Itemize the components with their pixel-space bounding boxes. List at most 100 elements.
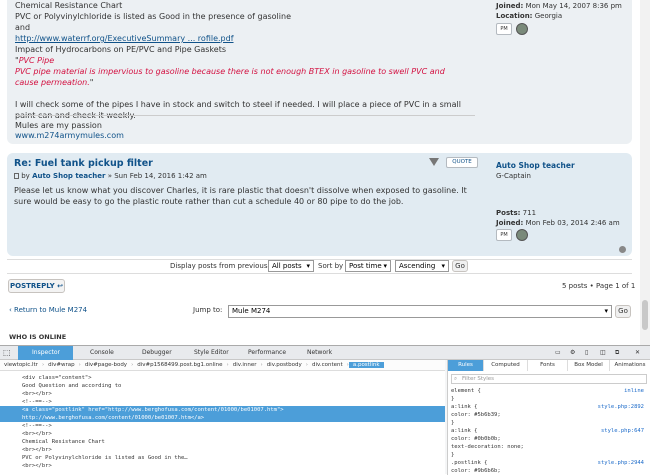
rule-line[interactable]: text-decoration: none; <box>451 444 524 450</box>
undock-icon[interactable]: ⧉ <box>615 346 625 360</box>
markup-line[interactable]: <!--==--> <box>0 422 445 430</box>
post-reply-label: POSTREPLY <box>10 282 55 290</box>
quote-button[interactable]: QUOTE <box>446 157 478 168</box>
post-body-text: Please let us know what you discover Cha… <box>14 186 467 206</box>
markup-line[interactable]: http://www.berghofusa.com/content/01000/… <box>0 414 445 422</box>
pm-button[interactable]: PM <box>496 229 512 241</box>
sort-label: Sort by <box>318 262 344 270</box>
split-console-icon[interactable]: ▭ <box>555 346 565 360</box>
rule-line[interactable]: .postlink { <box>451 460 487 466</box>
breadcrumb-item[interactable]: a.postlink <box>348 362 384 368</box>
post-line: Chemical Resistance Chart <box>15 1 123 10</box>
post-link[interactable]: http://www.waterrf.org/ExecutiveSummary … <box>15 34 234 43</box>
rule-line[interactable]: color: #9b6b6b; <box>451 468 501 474</box>
report-icon[interactable] <box>429 158 439 166</box>
post-1: Chemical Resistance Chart PVC or Polyvin… <box>7 0 632 144</box>
post-reply-button[interactable]: POSTREPLY ↩ <box>8 279 65 293</box>
rule-line[interactable]: color: #5b6b39; <box>451 412 501 418</box>
pm-button[interactable]: PM <box>496 23 512 35</box>
markup-line[interactable]: PVC or Polyvinylchloride is listed as Go… <box>0 454 445 462</box>
quote-mark: " <box>89 78 94 87</box>
order-select[interactable]: Ascending <box>395 260 449 272</box>
tab-console[interactable]: Console <box>80 346 125 360</box>
rule-source-link[interactable]: style.php:2944 <box>598 460 644 466</box>
website-icon[interactable] <box>516 229 528 241</box>
options-icon[interactable]: ⚙ <box>570 346 580 360</box>
rule-line[interactable]: } <box>451 452 454 458</box>
dock-icon[interactable]: ◫ <box>600 346 610 360</box>
breadcrumb-item[interactable]: div#wrap <box>44 362 79 368</box>
markup-line[interactable]: Good Question and according to <box>0 382 445 390</box>
rules-tab-computed[interactable]: Computed <box>484 360 528 371</box>
filter-styles-input[interactable]: ⌕ Filter Styles <box>451 374 647 384</box>
markup-line[interactable]: <!--==--> <box>0 398 445 406</box>
back-to-top-icon[interactable] <box>619 246 626 253</box>
markup-line[interactable]: <br></br> <box>0 446 445 454</box>
tab-inspector[interactable]: Inspector <box>18 346 73 360</box>
display-posts-select[interactable]: All posts <box>268 260 314 272</box>
scrollbar-thumb[interactable] <box>642 300 648 330</box>
post-author[interactable]: Auto Shop teacher <box>32 172 105 180</box>
close-icon[interactable]: ✕ <box>635 346 645 360</box>
rules-tab-animations[interactable]: Animations <box>610 360 650 371</box>
location-value: Georgia <box>534 12 563 20</box>
breadcrumb-item[interactable]: div#page-body <box>81 362 131 368</box>
markup-view: <div class="content"> Good Question and … <box>0 371 445 475</box>
forum-page: Chemical Resistance Chart PVC or Polyvin… <box>0 0 650 345</box>
joined-label: Joined: <box>496 2 524 10</box>
breadcrumb-item[interactable]: viewtopic.ltr <box>0 362 42 368</box>
post-date: » Sun Feb 14, 2016 1:42 am <box>107 172 207 180</box>
breadcrumb: viewtopic.ltr › div#wrap › div#page-body › div… <box>0 360 445 371</box>
profile-name[interactable]: Auto Shop teacher <box>496 161 575 171</box>
rule-line[interactable]: color: #0b0b0b; <box>451 436 501 442</box>
rule-line[interactable]: } <box>451 420 454 426</box>
post-2-profile: Auto Shop teacher G-Captain <box>496 161 575 181</box>
jump-label: Jump to: <box>193 306 223 314</box>
joined-value: Mon May 14, 2007 8:36 pm <box>525 2 622 10</box>
tab-performance[interactable]: Performance <box>240 346 295 360</box>
sort-select[interactable]: Post time <box>345 260 391 272</box>
rule-line[interactable]: } <box>451 396 454 402</box>
website-icon[interactable] <box>516 23 528 35</box>
rules-tab-box-model[interactable]: Box Model <box>568 360 610 371</box>
markup-line[interactable]: <br></br> <box>0 462 445 470</box>
tab-style-editor[interactable]: Style Editor <box>182 346 237 360</box>
markup-line[interactable]: <div class="content"> <box>0 374 445 382</box>
pick-element-icon[interactable]: ⬚ <box>3 346 13 360</box>
markup-line[interactable]: <br></br> <box>0 430 445 438</box>
rule-line[interactable]: a:link { <box>451 404 478 410</box>
devtools-toolbar: ⬚ Inspector Console Debugger Style Edito… <box>0 346 650 360</box>
post-1-body: Chemical Resistance Chart PVC or Polyvin… <box>15 0 475 121</box>
rules-tab-fonts[interactable]: Fonts <box>528 360 568 371</box>
markup-line[interactable]: <br></br> <box>0 390 445 398</box>
posts-label: Posts: <box>496 209 521 217</box>
markup-line[interactable]: Chemical Resistance Chart <box>0 438 445 446</box>
quote-title: PVC Pipe <box>18 56 55 65</box>
responsive-icon[interactable]: ▯ <box>585 346 595 360</box>
breadcrumb-item[interactable]: div.inner <box>229 362 261 368</box>
markup-line[interactable]: <a class="postlink" href="http://www.ber… <box>0 406 445 414</box>
quote-body: PVC pipe material is impervious to gasol… <box>15 67 445 87</box>
rule-source-link[interactable]: style.php:2892 <box>598 404 644 410</box>
page-scrollbar[interactable] <box>640 0 650 345</box>
jump-select[interactable]: Mule M274 <box>228 305 612 318</box>
tab-network[interactable]: Network <box>297 346 342 360</box>
signature-link[interactable]: www.m274armymules.com <box>15 130 124 141</box>
rule-line[interactable]: a:link { <box>451 428 478 434</box>
breadcrumb-item[interactable]: div#p1568499.post.bg1.online <box>133 362 226 368</box>
joined-label: Joined: <box>496 219 524 227</box>
rules-tab-rules[interactable]: Rules <box>448 360 484 371</box>
pagination-info: 5 posts • Page 1 of 1 <box>562 282 636 290</box>
rule-source-link[interactable]: style.php:647 <box>601 428 644 434</box>
display-go-button[interactable]: Go <box>452 260 468 272</box>
rule-line[interactable]: element { <box>451 388 481 394</box>
breadcrumb-item[interactable]: div.content <box>308 362 347 368</box>
return-link[interactable]: ‹ Return to Mule M274 <box>9 306 87 314</box>
rule-source-link[interactable]: inline <box>624 388 644 394</box>
devtools-panel: ⬚ Inspector Console Debugger Style Edito… <box>0 345 650 475</box>
post-2: Re: Fuel tank pickup filter by Auto Shop… <box>7 153 632 256</box>
jump-go-button[interactable]: Go <box>615 305 631 318</box>
post-title[interactable]: Re: Fuel tank pickup filter <box>14 158 153 169</box>
breadcrumb-item[interactable]: div.postbody <box>263 362 306 368</box>
tab-debugger[interactable]: Debugger <box>130 346 175 360</box>
